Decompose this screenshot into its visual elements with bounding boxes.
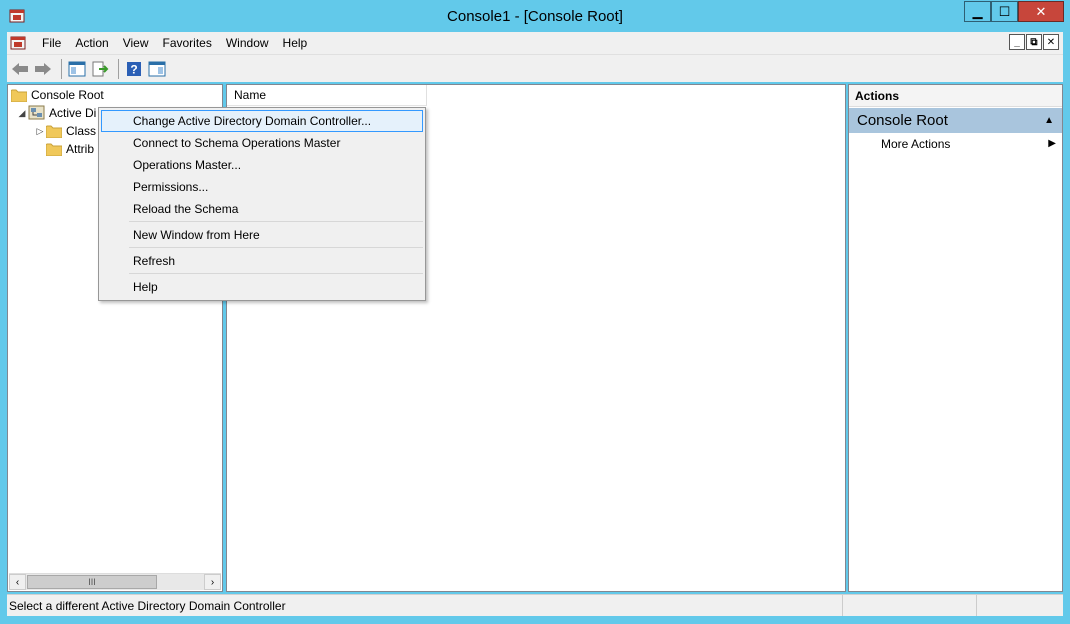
actions-group-label: Console Root: [857, 112, 948, 129]
menu-window[interactable]: Window: [219, 32, 276, 54]
menu-help[interactable]: Help: [276, 32, 315, 54]
tree-item-label: Attrib: [66, 142, 95, 156]
menu-item-reload-schema[interactable]: Reload the Schema: [101, 198, 423, 220]
export-list-button[interactable]: [90, 59, 110, 79]
menu-item-help[interactable]: Help: [101, 276, 423, 298]
column-header-name[interactable]: Name: [227, 85, 427, 106]
close-button[interactable]: ✕: [1018, 1, 1064, 22]
actions-group-console-root[interactable]: Console Root ▲: [849, 108, 1062, 133]
menu-item-operations-master[interactable]: Operations Master...: [101, 154, 423, 176]
schema-icon: [28, 105, 45, 120]
svg-text:?: ?: [130, 62, 137, 76]
mdi-buttons: _ ⧉ ✕: [1009, 34, 1059, 50]
show-hide-action-pane-icon: [148, 61, 166, 76]
menu-separator: [129, 247, 423, 248]
scroll-left-button[interactable]: ‹: [9, 574, 26, 590]
menu-bar: File Action View Favorites Window Help _…: [7, 32, 1063, 54]
menu-view[interactable]: View: [116, 32, 156, 54]
expanded-arrow-icon[interactable]: ◢: [16, 107, 28, 119]
tree-item-console-root[interactable]: Console Root: [11, 86, 104, 104]
actions-title: Actions: [849, 85, 1062, 107]
show-hide-console-tree-button[interactable]: [67, 59, 87, 79]
collapsed-arrow-icon[interactable]: ▷: [34, 125, 46, 137]
menu-favorites[interactable]: Favorites: [156, 32, 219, 54]
menu-separator: [129, 221, 423, 222]
help-icon: ?: [127, 61, 141, 76]
folder-icon: [11, 89, 27, 102]
scroll-thumb[interactable]: III: [27, 575, 157, 589]
tree-item-label: Class: [66, 124, 97, 138]
toolbar: ?: [7, 54, 1063, 82]
menu-item-refresh[interactable]: Refresh: [101, 250, 423, 272]
status-text: Select a different Active Directory Doma…: [7, 595, 843, 616]
menu-file[interactable]: File: [35, 32, 68, 54]
back-icon: [12, 62, 28, 75]
mdi-close-button[interactable]: ✕: [1043, 34, 1059, 50]
forward-icon: [35, 62, 51, 75]
back-button[interactable]: [10, 59, 30, 79]
export-list-icon: [92, 61, 109, 76]
actions-pane: Actions Console Root ▲ More Actions ▶: [848, 84, 1063, 592]
menu-item-new-window[interactable]: New Window from Here: [101, 224, 423, 246]
scroll-right-button[interactable]: ›: [204, 574, 221, 590]
menu-item-permissions[interactable]: Permissions...: [101, 176, 423, 198]
status-bar: Select a different Active Directory Doma…: [7, 594, 1063, 616]
more-actions-item[interactable]: More Actions ▶: [849, 133, 1062, 155]
menu-action[interactable]: Action: [68, 32, 115, 54]
folder-icon: [46, 143, 62, 156]
mdi-minimize-button[interactable]: _: [1009, 34, 1025, 50]
show-hide-action-pane-button[interactable]: [147, 59, 167, 79]
title-bar[interactable]: Console1 - [Console Root] ▁ ☐ ✕: [0, 0, 1070, 32]
context-menu: Change Active Directory Domain Controlle…: [98, 107, 426, 301]
tree-item-label: Console Root: [31, 88, 104, 102]
help-button[interactable]: ?: [124, 59, 144, 79]
tree-item-attributes[interactable]: Attrib: [46, 140, 94, 158]
console-menu-icon[interactable]: [9, 34, 27, 52]
menu-separator: [129, 273, 423, 274]
mdi-restore-button[interactable]: ⧉: [1026, 34, 1042, 50]
status-cell: [977, 595, 1063, 616]
mmc-window: Console1 - [Console Root] ▁ ☐ ✕ File Act…: [0, 0, 1070, 624]
caption-buttons: ▁ ☐ ✕: [964, 1, 1064, 23]
menu-item-connect-schema-master[interactable]: Connect to Schema Operations Master: [101, 132, 423, 154]
forward-button[interactable]: [33, 59, 53, 79]
maximize-button[interactable]: ☐: [991, 1, 1018, 22]
status-cell: [843, 595, 977, 616]
tree-item-label: Active Di: [49, 106, 97, 120]
submenu-arrow-icon: ▶: [1048, 138, 1056, 149]
folder-icon: [46, 125, 62, 138]
toolbar-separator: [61, 58, 62, 79]
collapse-up-icon[interactable]: ▲: [1044, 108, 1054, 133]
tree-item-active-directory-schema[interactable]: ◢ Active Di: [16, 104, 96, 122]
horizontal-scrollbar[interactable]: ‹ III ›: [9, 573, 221, 590]
tree-item-classes[interactable]: ▷ Class: [34, 122, 96, 140]
toolbar-separator: [118, 58, 119, 79]
menu-item-change-domain-controller[interactable]: Change Active Directory Domain Controlle…: [101, 110, 423, 132]
window-title: Console1 - [Console Root]: [447, 8, 623, 25]
more-actions-label: More Actions: [881, 137, 951, 151]
show-hide-console-tree-icon: [68, 61, 86, 76]
minimize-button[interactable]: ▁: [964, 1, 991, 22]
